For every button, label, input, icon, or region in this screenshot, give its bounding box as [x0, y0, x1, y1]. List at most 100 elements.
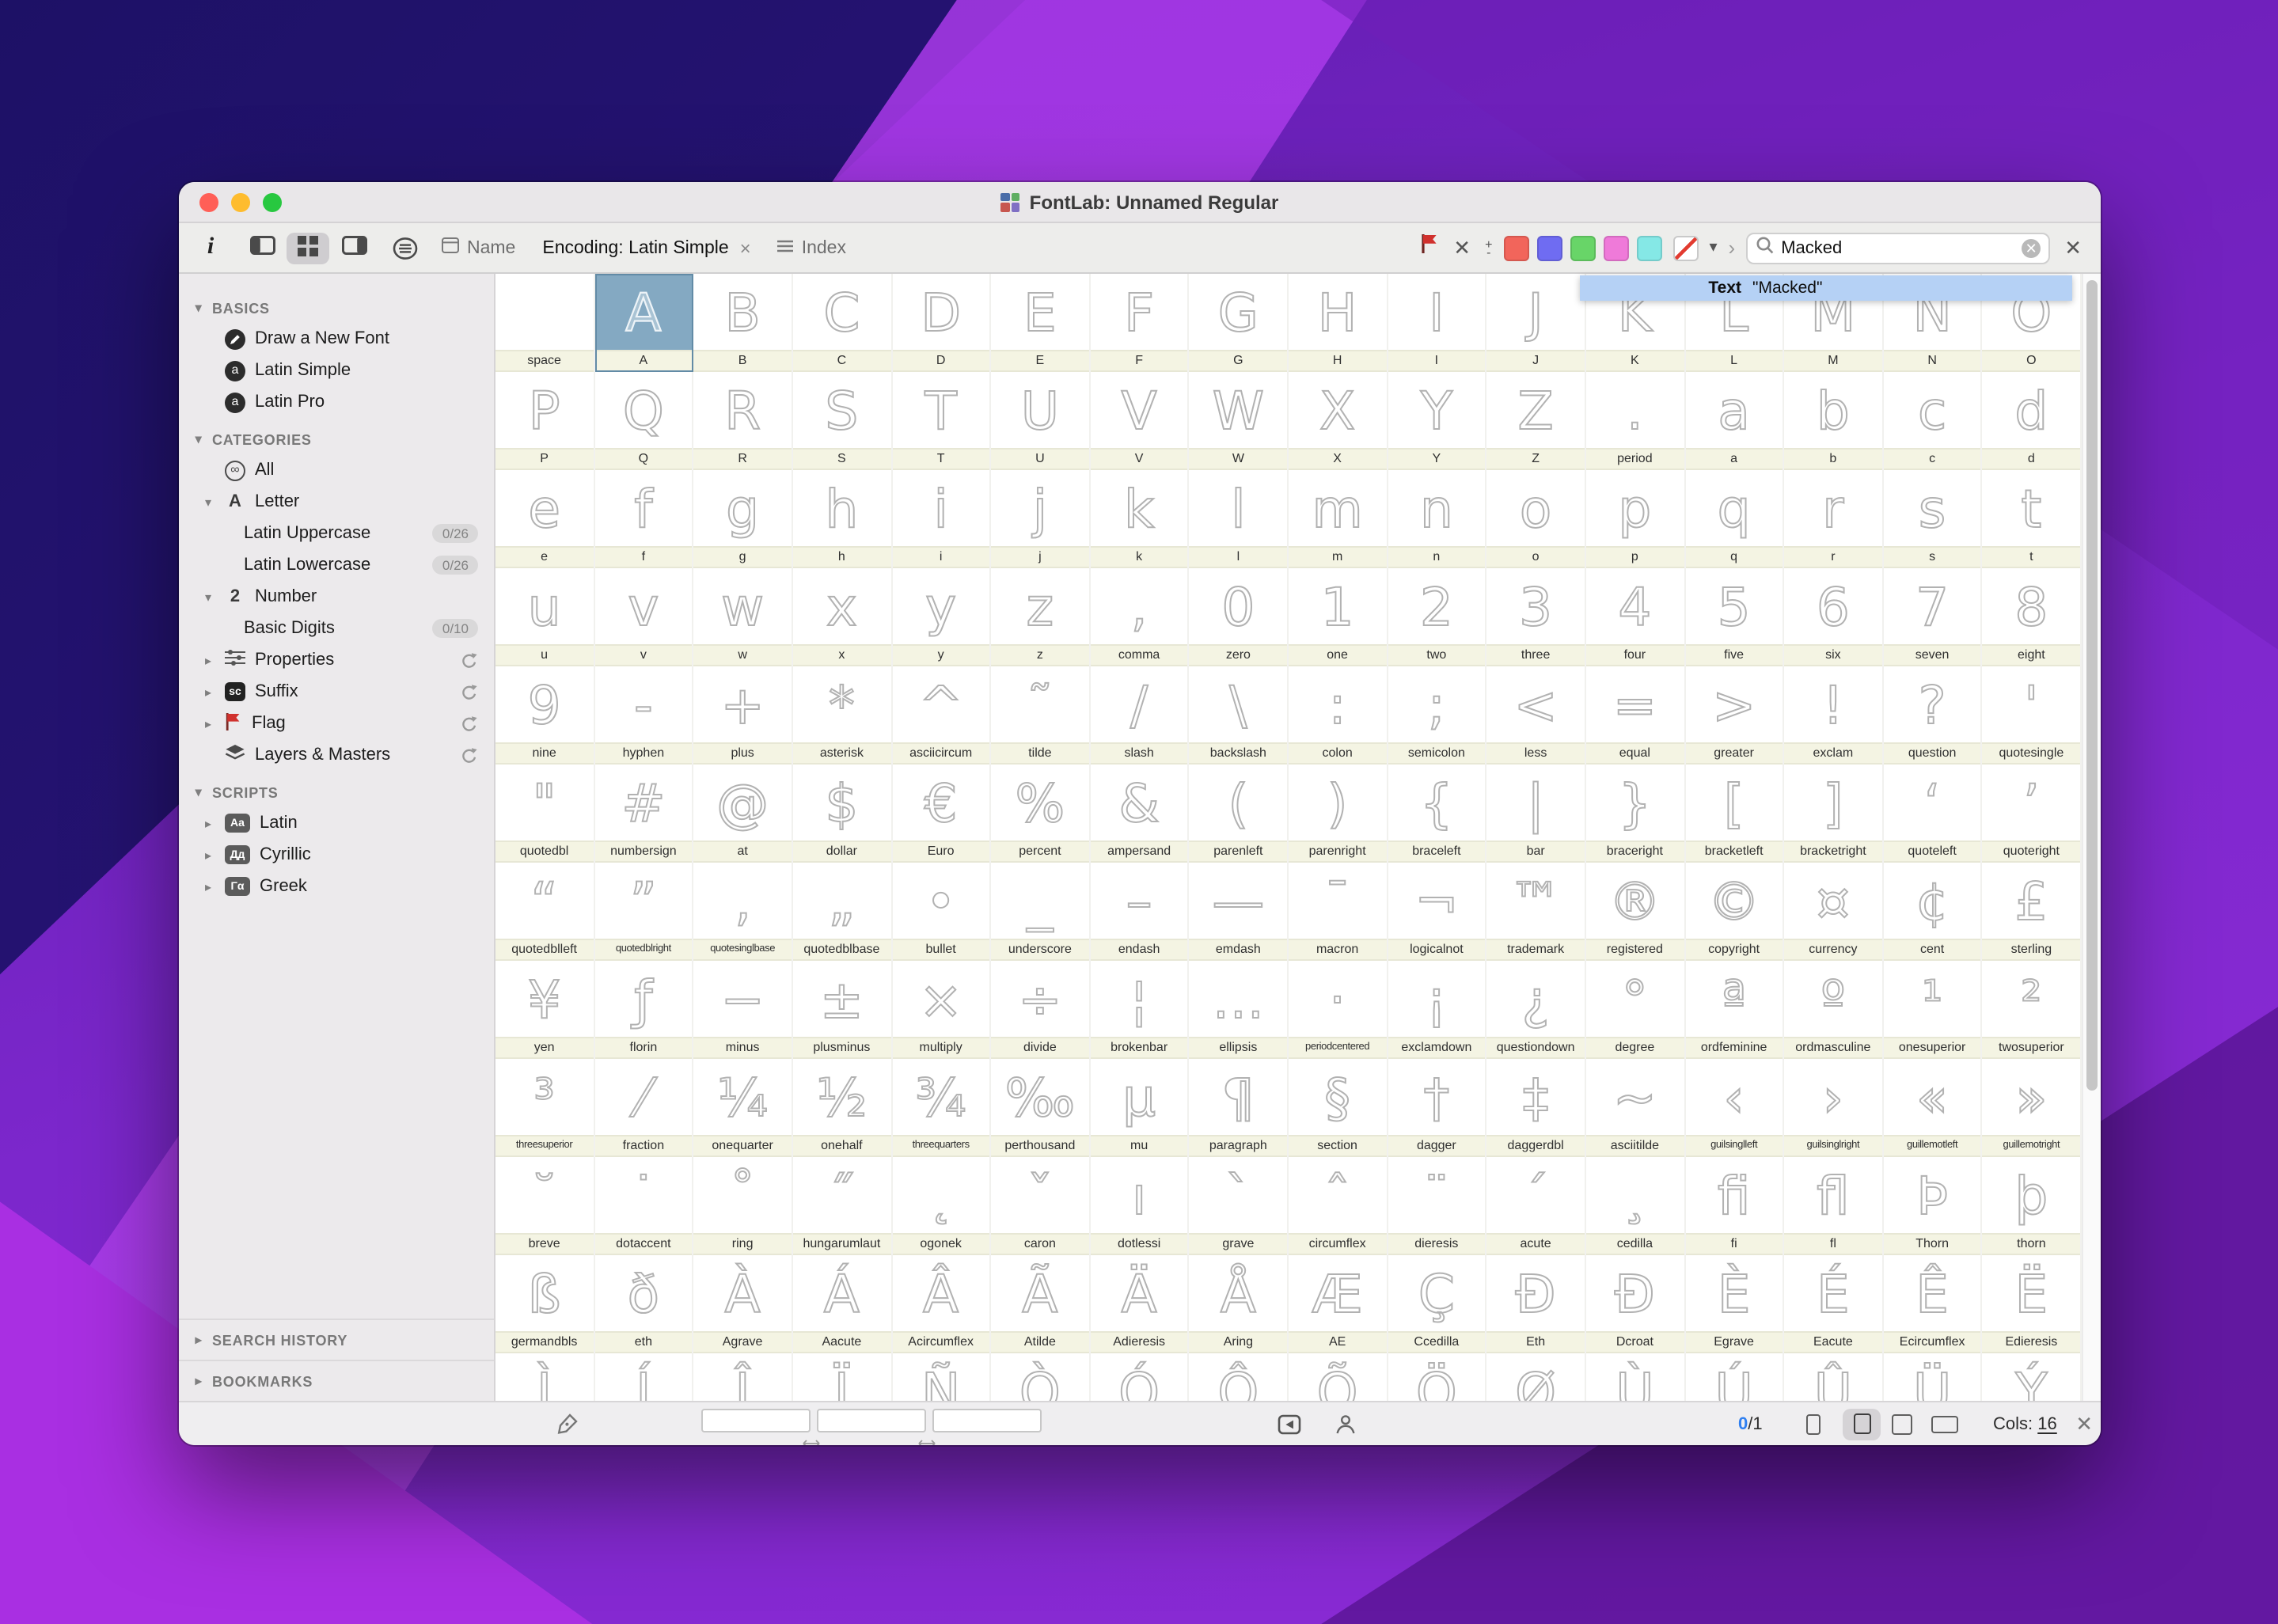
glyph-cell-i[interactable]: ii — [892, 470, 991, 568]
zoom-window-button[interactable] — [263, 193, 282, 212]
glyph-cell-Udieresis[interactable]: ÜUdieresis — [1884, 1353, 1983, 1401]
view-size-small-button[interactable] — [1806, 1413, 1821, 1434]
grid-view-button[interactable] — [287, 232, 329, 264]
sidebar-item-latin-lowercase[interactable]: Latin Lowercase 0/26 — [179, 549, 494, 581]
refresh-icon[interactable] — [461, 651, 478, 669]
glyph-cell-eight[interactable]: 8eight — [1983, 568, 2082, 666]
glyph-cell-bullet[interactable]: •bullet — [892, 863, 991, 961]
glyph-cell-asciicircum[interactable]: ^asciicircum — [892, 666, 991, 765]
list-view-icon[interactable] — [389, 232, 421, 264]
glyph-cell-s[interactable]: ss — [1884, 470, 1983, 568]
glyph-cell-Acircumflex[interactable]: ÂAcircumflex — [892, 1255, 991, 1353]
glyph-cell-n[interactable]: nn — [1388, 470, 1486, 568]
glyph-cell-tilde[interactable]: ˜tilde — [991, 666, 1090, 765]
glyph-cell-Ntilde[interactable]: ÑNtilde — [892, 1353, 991, 1401]
glyph-cell-Uacute[interactable]: ÚUacute — [1685, 1353, 1784, 1401]
glyph-cell-fraction[interactable]: ⁄fraction — [594, 1059, 693, 1157]
glyph-cell-R[interactable]: RR — [694, 372, 793, 470]
scrollbar-thumb[interactable] — [2086, 280, 2098, 1091]
skip-to-start-icon[interactable] — [1278, 1413, 1301, 1434]
glyph-cell-e[interactable]: ee — [495, 470, 594, 568]
glyph-cell-eth[interactable]: ðeth — [594, 1255, 693, 1353]
glyph-cell-c[interactable]: cc — [1884, 372, 1983, 470]
glyph-cell-Igrave[interactable]: ÌIgrave — [495, 1353, 594, 1401]
glyph-cell-hungarumlaut[interactable]: ˝hungarumlaut — [793, 1157, 892, 1255]
glyph-cell-threequarters[interactable]: ¾threequarters — [892, 1059, 991, 1157]
glyph-cell-endash[interactable]: –endash — [1091, 863, 1190, 961]
glyph-cell-minus[interactable]: −minus — [694, 961, 793, 1059]
glyph-cell-space[interactable]: space — [495, 274, 594, 372]
glyph-cell-yen[interactable]: ¥yen — [495, 961, 594, 1059]
glyph-cell-Aring[interactable]: ÅAring — [1190, 1255, 1289, 1353]
search-clear-icon[interactable]: ✕ — [2022, 238, 2041, 257]
glyph-cell-Iacute[interactable]: ÍIacute — [594, 1353, 693, 1401]
no-color-swatch[interactable] — [1672, 235, 1698, 260]
glyph-cell-plusminus[interactable]: ±plusminus — [793, 961, 892, 1059]
glyph-cell-asciitilde[interactable]: ~asciitilde — [1586, 1059, 1685, 1157]
glyph-cell-ordfeminine[interactable]: ªordfeminine — [1685, 961, 1784, 1059]
glyph-cell-zero[interactable]: 0zero — [1190, 568, 1289, 666]
glyph-cell-florin[interactable]: ƒflorin — [594, 961, 693, 1059]
glyph-cell-ampersand[interactable]: &ampersand — [1091, 765, 1190, 863]
glyph-cell-Q[interactable]: QQ — [594, 372, 693, 470]
glyph-cell-guillemotleft[interactable]: «guillemotleft — [1884, 1059, 1983, 1157]
glyph-cell-ellipsis[interactable]: …ellipsis — [1190, 961, 1289, 1059]
glyph-cell-onequarter[interactable]: ¼onequarter — [694, 1059, 793, 1157]
glyph-cell-six[interactable]: 6six — [1784, 568, 1883, 666]
glyph-cell-V[interactable]: VV — [1091, 372, 1190, 470]
glyph-cell-T[interactable]: TT — [892, 372, 991, 470]
glyph-cell-dagger[interactable]: †dagger — [1388, 1059, 1486, 1157]
glyph-cell-cedilla[interactable]: ¸cedilla — [1586, 1157, 1685, 1255]
sidebar-item-flag[interactable]: ▸ Flag — [179, 708, 494, 739]
glyph-cell-guilsinglleft[interactable]: ‹guilsinglleft — [1685, 1059, 1784, 1157]
sidebar-item-number[interactable]: ▾ 2 Number — [179, 581, 494, 613]
glyph-cell-backslash[interactable]: \backslash — [1190, 666, 1289, 765]
glyph-cell-q[interactable]: qq — [1685, 470, 1784, 568]
glyph-cell-ring[interactable]: ˚ring — [694, 1157, 793, 1255]
glyph-cell-multiply[interactable]: ×multiply — [892, 961, 991, 1059]
glyph-cell-AE[interactable]: ÆAE — [1289, 1255, 1388, 1353]
pen-tool-icon[interactable] — [556, 1412, 579, 1436]
glyph-cell-S[interactable]: SS — [793, 372, 892, 470]
right-panel-toggle-button[interactable] — [332, 232, 375, 264]
sidebar-item-latin-simple[interactable]: a Latin Simple — [179, 355, 494, 386]
glyph-cell-Euro[interactable]: €Euro — [892, 765, 991, 863]
width-field[interactable] — [817, 1409, 926, 1432]
glyph-cell-fi[interactable]: ﬁfi — [1685, 1157, 1784, 1255]
glyph-cell-p[interactable]: pp — [1586, 470, 1685, 568]
glyph-cell-copyright[interactable]: ©copyright — [1685, 863, 1784, 961]
glyph-cell-Odieresis[interactable]: ÖOdieresis — [1388, 1353, 1486, 1401]
glyph-cell-h[interactable]: hh — [793, 470, 892, 568]
sidebar-item-cyrillic-script[interactable]: ▸ Дд Cyrillic — [179, 839, 494, 871]
lsb-field[interactable] — [701, 1409, 811, 1432]
glyph-cell-Egrave[interactable]: ÈEgrave — [1685, 1255, 1784, 1353]
glyph-cell-Ugrave[interactable]: ÙUgrave — [1586, 1353, 1685, 1401]
glyph-cell-exclamdown[interactable]: ¡exclamdown — [1388, 961, 1486, 1059]
glyph-cell-G[interactable]: GG — [1190, 274, 1289, 372]
glyph-cell-plus[interactable]: +plus — [694, 666, 793, 765]
cols-value[interactable]: 16 — [2037, 1414, 2057, 1433]
glyph-cell-Adieresis[interactable]: ÄAdieresis — [1091, 1255, 1190, 1353]
glyph-cell-r[interactable]: rr — [1784, 470, 1883, 568]
search-suggestion-popup[interactable]: Text "Macked" — [1580, 275, 2072, 301]
sidebar-item-all[interactable]: ∞ All — [179, 454, 494, 486]
glyph-cell-four[interactable]: 4four — [1586, 568, 1685, 666]
glyph-cell-Oslash[interactable]: ØOslash — [1487, 1353, 1586, 1401]
glyph-cell-quoteleft[interactable]: ‘quoteleft — [1884, 765, 1983, 863]
glyph-cell-less[interactable]: <less — [1487, 666, 1586, 765]
glyph-cell-threesuperior[interactable]: ³threesuperior — [495, 1059, 594, 1157]
glyph-cell-Ograve[interactable]: ÒOgrave — [991, 1353, 1090, 1401]
tab-close-icon[interactable]: × — [740, 237, 751, 259]
glyph-cell-Yacute[interactable]: ÝYacute — [1983, 1353, 2082, 1401]
glyph-cell-perthousand[interactable]: ‰perthousand — [991, 1059, 1090, 1157]
glyph-cell-currency[interactable]: ¤currency — [1784, 863, 1883, 961]
glyph-cell-P[interactable]: PP — [495, 372, 594, 470]
titlebar[interactable]: FontLab: Unnamed Regular — [179, 182, 2101, 223]
glyph-cell-parenleft[interactable]: (parenleft — [1190, 765, 1289, 863]
glyph-cell-hyphen[interactable]: -hyphen — [594, 666, 693, 765]
glyph-cell-five[interactable]: 5five — [1685, 568, 1784, 666]
glyph-cell-H[interactable]: HH — [1289, 274, 1388, 372]
glyph-cell-numbersign[interactable]: #numbersign — [594, 765, 693, 863]
glyph-cell-ogonek[interactable]: ˛ogonek — [892, 1157, 991, 1255]
glyph-cell-bracketleft[interactable]: [bracketleft — [1685, 765, 1784, 863]
